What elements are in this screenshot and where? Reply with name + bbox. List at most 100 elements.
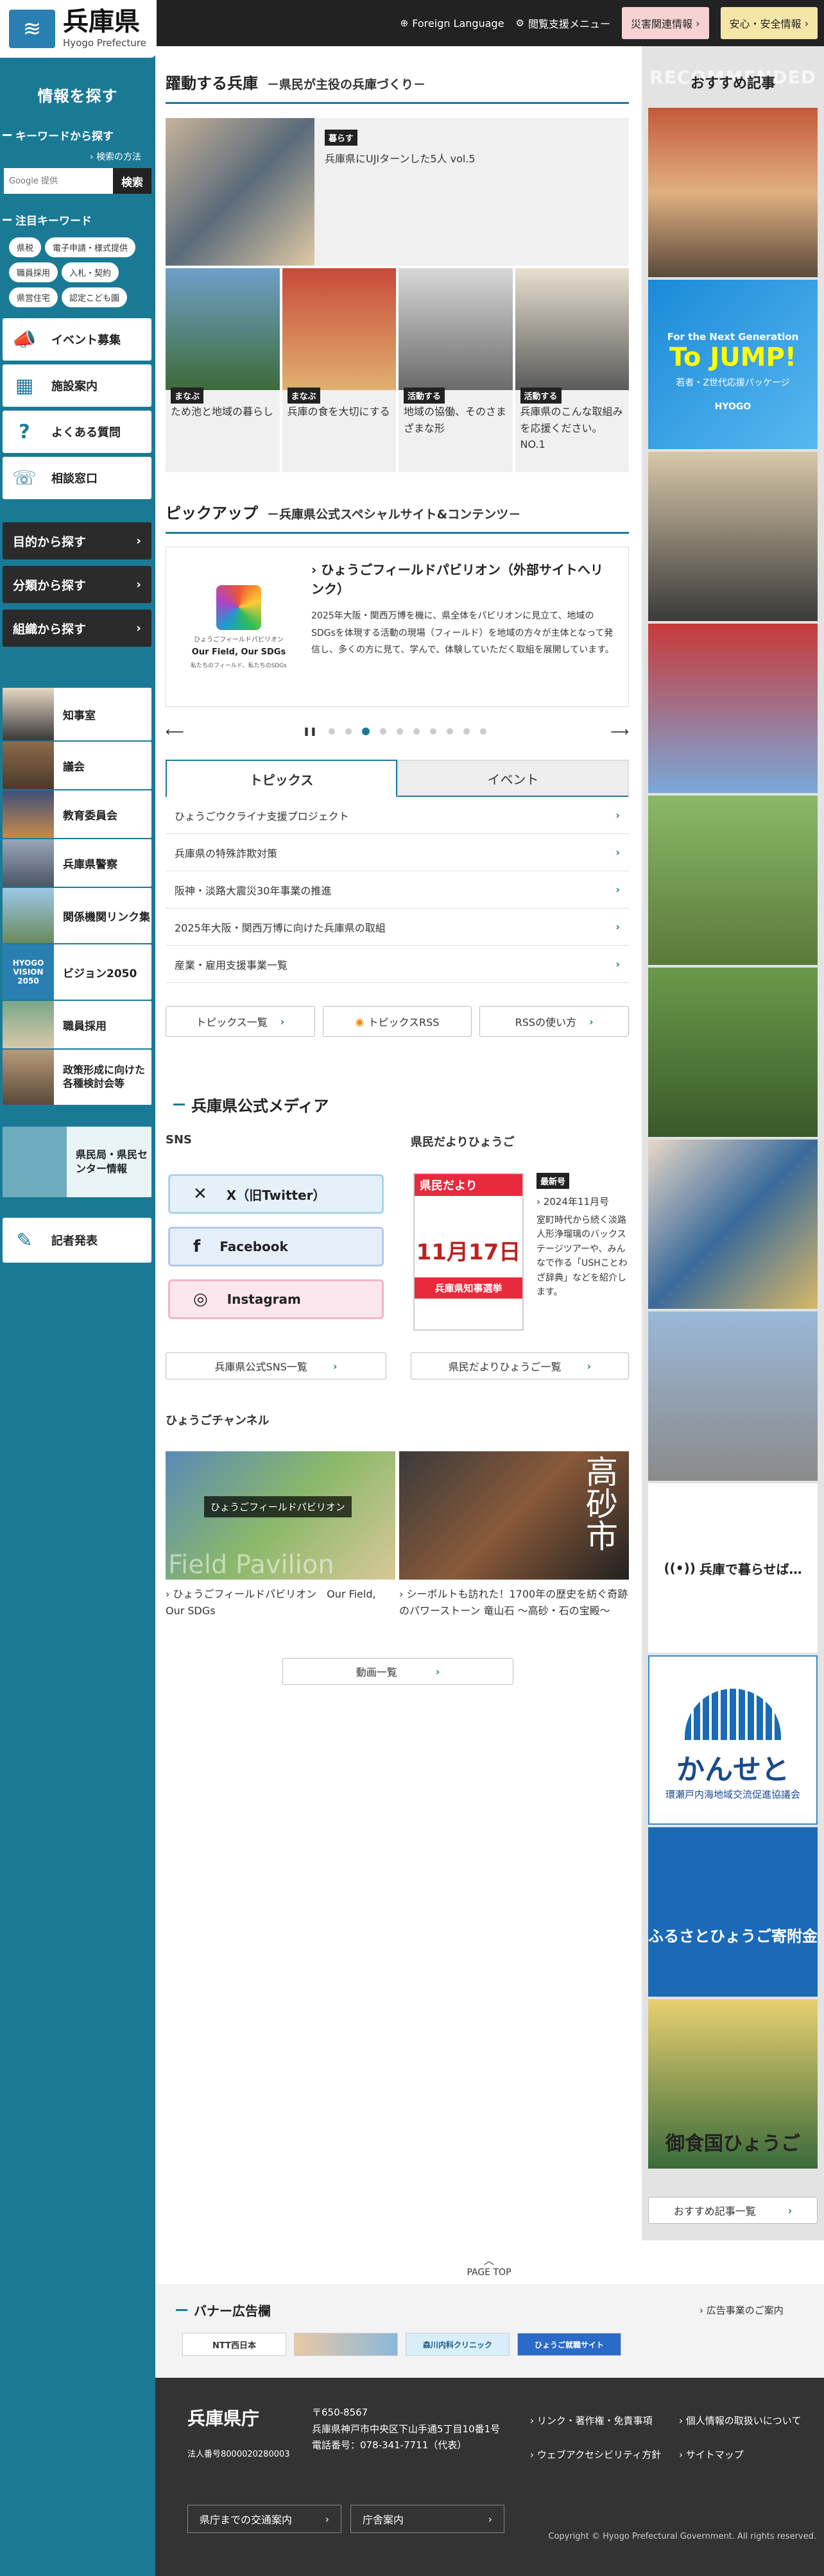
topics-list-button[interactable]: トピックス一覧 ›	[166, 1006, 315, 1037]
sidebar-item-police[interactable]: 兵庫県警察	[3, 839, 151, 887]
topics-rss-button[interactable]: ◉ トピックスRSS	[322, 1006, 472, 1037]
carousel-dot[interactable]	[396, 728, 403, 735]
consult-card[interactable]: ☏ 相談窓口	[3, 457, 151, 499]
dayori-list-button[interactable]: 県民だよりひょうご一覧 ›	[411, 1352, 629, 1379]
chevron-right-icon: ›	[587, 1360, 592, 1372]
recommend-banner-food[interactable]	[648, 108, 818, 277]
reading-support-link[interactable]: ⚙ 閲覧支援メニュー	[516, 15, 610, 31]
sidebar-item-vision[interactable]: HYOGO VISION 2050 ビジョン2050	[3, 944, 151, 1000]
recommend-list-button[interactable]: おすすめ記事一覧 ›	[648, 2197, 818, 2224]
active-item[interactable]: まなぶ ため池と地域の暮らし	[166, 268, 280, 472]
tab-topics[interactable]: トピックス	[166, 760, 397, 797]
keyword-tag[interactable]: 県税	[9, 237, 42, 257]
pickup-heading: ピックアップ －兵庫県公式スペシャルサイト&コンテンツ－	[166, 500, 629, 534]
recommend-banner-tojump[interactable]: For the Next Generation To JUMP! 若者・Z世代応…	[648, 280, 818, 449]
recommend-banner-photo[interactable]	[648, 624, 818, 793]
keyword-tag[interactable]: 電子申請・様式提供	[45, 237, 136, 257]
facility-card[interactable]: ▦ 施設案内	[3, 364, 151, 407]
pickup-card[interactable]: ひょうごフィールドパビリオン Our Field, Our SDGs 私たちのフ…	[166, 547, 629, 707]
sidebar-item-related-links[interactable]: 関係機関リンク集	[3, 888, 151, 943]
feature-card[interactable]: 暮らす 兵庫県にUJIターンした5人 vol.5	[166, 118, 629, 266]
carousel-dot[interactable]	[379, 728, 386, 735]
search-by-purpose-button[interactable]: 目的から探す ›	[3, 522, 151, 559]
recommend-banner-photo[interactable]	[648, 1139, 818, 1309]
event-recruit-card[interactable]: 📣 イベント募集	[3, 318, 151, 361]
keyword-tag[interactable]: 認定こども園	[62, 287, 128, 307]
carousel-dot[interactable]	[345, 728, 352, 735]
active-item[interactable]: 活動する 兵庫県のこんな取組みを応援ください。NO.1	[515, 268, 629, 472]
carousel-pause-icon[interactable]: ❚❚	[303, 727, 317, 737]
footer-link[interactable]: › 個人情報の取扱いについて	[679, 2414, 812, 2428]
banner-ad[interactable]: ひょうご就職サイト	[517, 2333, 621, 2356]
recommend-banner-photo[interactable]	[648, 968, 818, 1137]
footer-org-name: 兵庫県庁	[187, 2408, 260, 2429]
topic-row[interactable]: 産業・雇用支援事業一覧 ›	[166, 946, 629, 983]
recommend-banner-miketsukuni[interactable]: 御食国ひょうご	[648, 1999, 818, 2169]
facebook-button[interactable]: f Facebook	[168, 1227, 384, 1267]
video-item[interactable]: ひょうごフィールドパビリオン Field Pavilion › ひょうごフィール…	[166, 1451, 395, 1619]
faq-card[interactable]: ? よくある質問	[3, 411, 151, 453]
carousel-next-arrow[interactable]: ⟶	[610, 724, 629, 739]
carousel-dot[interactable]	[361, 728, 370, 735]
safety-info-button[interactable]: 安心・安全情報 ›	[720, 7, 818, 39]
search-help-link[interactable]: › 検索の方法	[90, 150, 141, 163]
chevron-right-icon: ›	[615, 883, 620, 896]
footer-link[interactable]: › サイトマップ	[679, 2448, 812, 2462]
search-by-org-button[interactable]: 組織から探す ›	[3, 610, 151, 647]
access-button[interactable]: 県庁までの交通案内 ›	[187, 2505, 341, 2533]
video-list-button[interactable]: 動画一覧 ›	[282, 1658, 513, 1685]
police-photo	[3, 839, 54, 887]
sidebar-item-governor[interactable]: 知事室	[3, 688, 151, 740]
dayori-cover[interactable]: 県民だより 11月17日 兵庫県知事選挙	[413, 1173, 524, 1331]
x-twitter-button[interactable]: ✕ X（旧Twitter）	[168, 1174, 384, 1214]
topic-row[interactable]: ひょうごウクライナ支援プロジェクト ›	[166, 797, 629, 834]
footer-link[interactable]: › リンク・著作権・免責事項	[530, 2414, 664, 2428]
center-info-card[interactable]: 県民局・県民センター情報	[3, 1127, 151, 1197]
search-by-category-button[interactable]: 分類から探す ›	[3, 566, 151, 603]
active-item[interactable]: まなぶ 兵庫の食を大切にする	[282, 268, 396, 472]
foreign-language-link[interactable]: ⊕ Foreign Language	[400, 17, 504, 30]
sidebar-item-recruit[interactable]: 職員採用	[3, 1001, 151, 1048]
recommend-banner-kanseto[interactable]: かんせと 環瀬戸内海地域交流促進協議会	[648, 1655, 818, 1825]
carousel-dot[interactable]	[446, 728, 453, 735]
site-logo[interactable]: ≋ 兵庫県 Hyogo Prefecture	[0, 0, 157, 58]
carousel-dot[interactable]	[328, 728, 335, 735]
ad-info-link[interactable]: › 広告事業のご案内	[700, 2303, 784, 2317]
banner-ad[interactable]: 森川内科クリニック	[406, 2333, 510, 2356]
carousel-dot[interactable]	[429, 728, 436, 735]
topic-row[interactable]: 阪神・淡路大震災30年事業の推進 ›	[166, 871, 629, 908]
carousel-prev-arrow[interactable]: ⟵	[166, 724, 184, 739]
instagram-button[interactable]: ◎ Instagram	[168, 1279, 384, 1319]
footer-link[interactable]: › ウェブアクセシビリティ方針	[530, 2448, 664, 2462]
recommend-banner-furusato[interactable]: ふるさとひょうご寄附金	[648, 1827, 818, 1997]
active-item-photo	[282, 268, 396, 390]
press-release-card[interactable]: ✎ 記者発表	[3, 1218, 151, 1263]
sidebar-item-policy[interactable]: 政策形成に向けた各種検討会等	[3, 1050, 151, 1105]
topic-row[interactable]: 2025年大阪・関西万博に向けた兵庫県の取組 ›	[166, 908, 629, 946]
keyword-tag[interactable]: 入札・契約	[62, 262, 119, 282]
building-guide-button[interactable]: 庁舎案内 ›	[350, 2505, 504, 2533]
page-top-link[interactable]: ︿ PAGE TOP	[385, 2252, 593, 2278]
carousel-dot[interactable]	[413, 728, 420, 735]
disaster-info-button[interactable]: 災害関連情報 ›	[622, 7, 709, 39]
keyword-tag[interactable]: 職員採用	[9, 262, 58, 282]
recommend-banner-kurasu[interactable]: ((•)) 兵庫で暮らせば…	[648, 1483, 818, 1653]
carousel-dot[interactable]	[463, 728, 470, 735]
recommend-banner-photo[interactable]	[648, 796, 818, 965]
banner-ad[interactable]	[294, 2333, 398, 2356]
topic-row[interactable]: 兵庫県の特殊詐欺対策 ›	[166, 834, 629, 871]
tab-event[interactable]: イベント	[397, 760, 629, 797]
banner-ad[interactable]: NTT西日本	[182, 2333, 286, 2356]
search-input[interactable]	[4, 168, 113, 194]
recommend-banner-photo[interactable]	[648, 1311, 818, 1481]
carousel-dot[interactable]	[479, 728, 486, 735]
search-button[interactable]: 検索	[113, 168, 151, 194]
active-item[interactable]: 活動する 地域の協働、そのさまざまな形	[399, 268, 513, 472]
sidebar-item-assembly[interactable]: 議会	[3, 742, 151, 789]
sidebar-item-education[interactable]: 教育委員会	[3, 790, 151, 838]
sns-list-button[interactable]: 兵庫県公式SNS一覧 ›	[166, 1352, 386, 1379]
keyword-tag[interactable]: 県営住宅	[9, 287, 58, 307]
video-item[interactable]: 高砂市 › シーボルトも訪れた！1700年の歴史を紡ぐ奇跡のパワーストーン 竜山…	[399, 1451, 629, 1619]
rss-help-button[interactable]: RSSの使い方 ›	[479, 1006, 630, 1037]
recommend-banner-photo[interactable]	[648, 452, 818, 621]
